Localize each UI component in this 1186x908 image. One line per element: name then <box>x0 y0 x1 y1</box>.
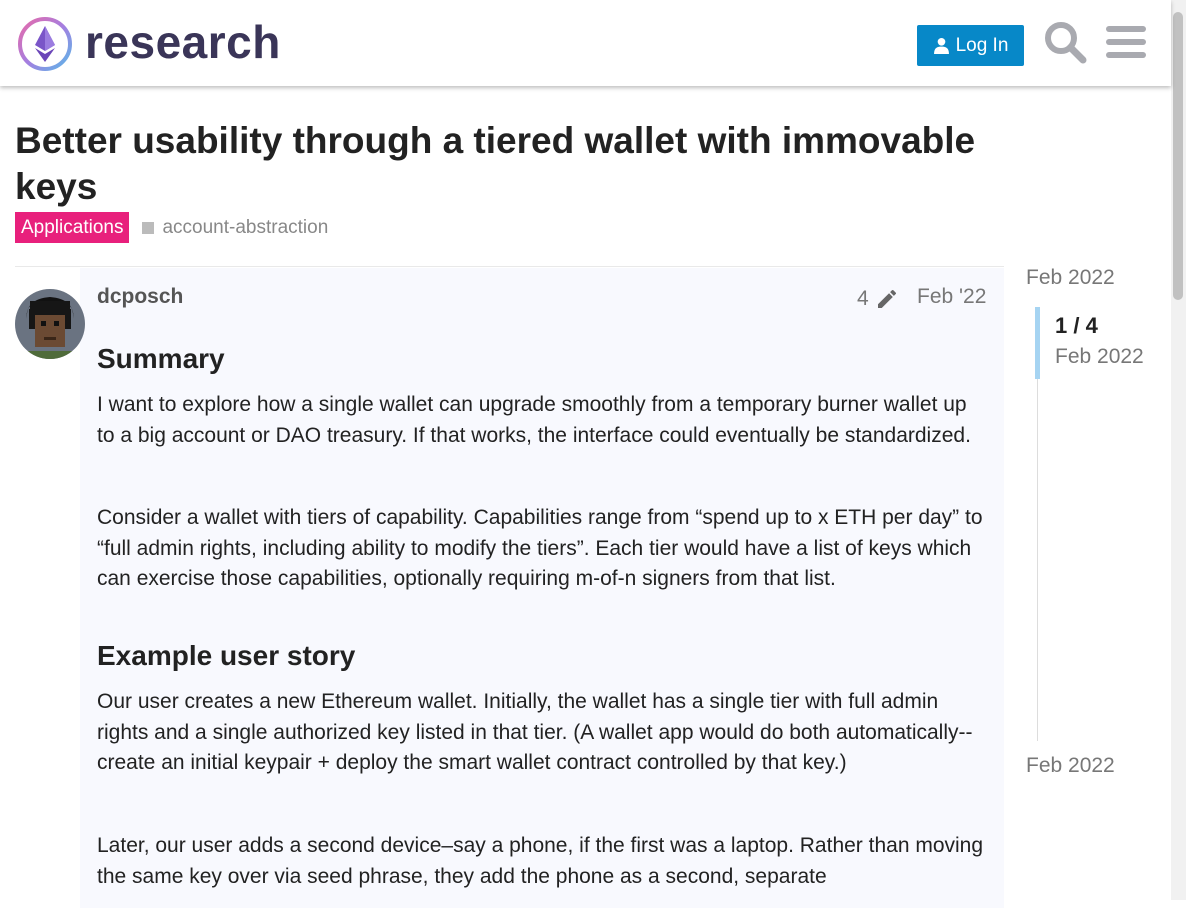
timeline-end-date[interactable]: Feb 2022 <box>1026 754 1115 778</box>
pencil-icon <box>877 289 896 308</box>
user-avatar-image <box>15 289 85 359</box>
tag-square-icon <box>142 221 155 234</box>
login-button-label: Log In <box>955 34 1009 56</box>
topic-divider <box>15 266 1004 267</box>
post-paragraph: Our user creates a new Ethereum wallet. … <box>97 690 973 774</box>
category-badge[interactable]: Applications <box>15 212 130 243</box>
login-button[interactable]: Log In <box>917 25 1024 66</box>
timeline-start-date[interactable]: Feb 2022 <box>1026 266 1115 290</box>
edit-count: 4 <box>857 287 869 310</box>
post-paragraph: Consider a wallet with tiers of capabili… <box>97 506 983 590</box>
heading-summary: Summary <box>97 343 225 374</box>
post-date[interactable]: Feb '22 <box>917 285 986 309</box>
ethereum-research-logo-icon <box>18 17 72 71</box>
post-paragraph: Later, our user adds a second device–say… <box>97 834 984 888</box>
search-icon[interactable] <box>1043 20 1087 64</box>
user-icon <box>933 37 949 54</box>
site-logo[interactable]: research <box>17 16 281 72</box>
timeline-position: 1 / 4 <box>1055 313 1098 338</box>
scrollbar-thumb[interactable] <box>1173 12 1183 300</box>
tag-label: account-abstraction <box>162 216 329 238</box>
site-header: research Log In <box>0 0 1171 86</box>
page-scrollbar[interactable] <box>1171 0 1186 900</box>
site-logo-text: research <box>85 16 281 68</box>
topic-tags: Applications account-abstraction <box>15 212 328 243</box>
tag-account-abstraction[interactable]: account-abstraction <box>142 217 328 239</box>
hamburger-menu-icon[interactable] <box>1104 20 1148 64</box>
avatar[interactable] <box>15 289 85 359</box>
heading-user-story: Example user story <box>97 640 356 671</box>
timeline-position-date: Feb 2022 <box>1055 345 1144 368</box>
topic-title[interactable]: Better usability through a tiered wallet… <box>15 118 1025 210</box>
post-username[interactable]: dcposch <box>97 285 183 309</box>
edit-history-indicator[interactable]: 4 <box>857 287 899 311</box>
post-paragraph: I want to explore how a single wallet ca… <box>97 393 971 447</box>
timeline-handle[interactable] <box>1035 307 1040 379</box>
